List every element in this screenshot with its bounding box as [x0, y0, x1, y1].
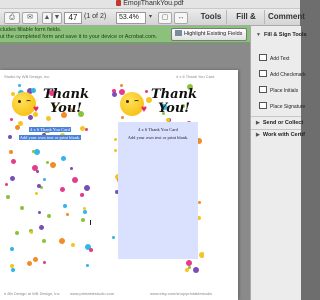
collapse-triangle-icon: ▶ [256, 120, 260, 126]
card-line-1[interactable]: 4 x 6 Thank You Card [4, 127, 96, 132]
place-signature-item[interactable]: Place Signature [259, 102, 305, 110]
text-cursor [90, 220, 91, 225]
confetti-dot [18, 84, 21, 87]
collapse-triangle-icon: ▶ [256, 132, 260, 138]
panel-divider [251, 129, 301, 130]
confetti-dot [5, 183, 8, 186]
confetti-dot [198, 201, 201, 204]
confetti-dot [120, 84, 123, 87]
panel-section-fill-sign[interactable]: ▼ Fill & Sign Tools [256, 32, 307, 38]
confetti-dot [112, 236, 115, 239]
panel-section-send[interactable]: ▶ Send or Collect [256, 120, 303, 126]
confetti-dot [121, 116, 124, 119]
fit-page-icon[interactable]: ▢ [158, 12, 172, 24]
work-certificates-label: Work with Certif [262, 132, 305, 138]
page-down-icon[interactable]: ▼ [52, 12, 62, 24]
toolbar: ⎙ ✉ ▲ ▼ 47 (1 of 2) 53.4% ▾ ▢ ↔ Tools Fi… [0, 9, 305, 35]
signature-icon [259, 102, 267, 109]
card-line-2[interactable]: Add your own text or print blank. [4, 135, 96, 140]
confetti-dot [11, 268, 15, 272]
confetti-dot [46, 116, 51, 121]
confetti-dot [31, 88, 36, 93]
confetti-dot [86, 264, 89, 267]
zoom-dropdown-icon[interactable]: ▾ [146, 12, 155, 22]
page-count-label: (1 of 2) [84, 13, 107, 20]
confetti-dot [10, 264, 14, 268]
page-number-input[interactable]: 47 [64, 12, 82, 24]
page-footer-mid: www.printablestudio.com [70, 291, 115, 296]
card-form-field-left[interactable] [10, 122, 90, 259]
page-footer-left: e 8th Design at WB Design, Inc [4, 291, 60, 296]
fit-width-icon[interactable]: ↔ [174, 12, 188, 24]
zoom-input[interactable]: 53.4% [116, 12, 146, 24]
add-checkmark-label: Add Checkmark [270, 72, 306, 78]
thank-you-title: Thank You! [42, 87, 89, 116]
page-footer-right: www.etsy.com/shop/printablestudio [150, 291, 213, 296]
window-titlebar: EmojiThankYou.pdf [0, 0, 300, 9]
confetti-dot [10, 118, 13, 121]
page-header-left: Studio by WB Design, Inc [4, 74, 50, 79]
panel-section-label: Fill & Sign Tools [263, 32, 307, 38]
document-area[interactable]: Studio by WB Design, Inc 4 x 6 Thank You… [0, 43, 250, 300]
confetti-dot [114, 149, 117, 152]
selected-text-2[interactable]: Add your own text or print blank. [18, 135, 82, 140]
confetti-dot [186, 260, 192, 266]
confetti-dot [193, 267, 199, 273]
confetti-dot [27, 261, 32, 266]
place-signature-label: Place Signature [270, 104, 306, 110]
print-icon[interactable]: ⎙ [4, 12, 20, 24]
checkmark-icon [259, 70, 267, 77]
card-line-1[interactable]: 4 x 6 Thank You Card [112, 127, 204, 132]
place-initials-label: Place Initials [270, 88, 299, 94]
thank-you-card-left: ♥ Thank You! 4 x 6 Thank You Card Add yo… [4, 84, 96, 274]
confetti-dot [185, 268, 189, 272]
expand-triangle-icon: ▼ [256, 32, 261, 38]
highlight-icon [175, 30, 182, 36]
tab-fill-sign[interactable]: Fill & Sign [226, 10, 265, 35]
thank-you-card-right: ♥ Thank You! 4 x 6 Thank You Card Add yo… [112, 84, 204, 274]
add-text-label: Add Text [270, 56, 290, 62]
notice-line-2: ut the completed form and save it to you… [0, 34, 158, 40]
place-initials-item[interactable]: Place Initials [259, 86, 298, 94]
highlight-fields-button[interactable]: Highlight Existing Fields [171, 28, 247, 41]
send-collect-label: Send or Collect [262, 120, 304, 126]
confetti-dot [199, 252, 204, 258]
window-title: EmojiThankYou.pdf [0, 0, 300, 8]
panel-divider [251, 116, 301, 117]
notice-line-1: cludes fillable form fields. [0, 27, 62, 33]
mail-icon[interactable]: ✉ [22, 12, 38, 24]
pdf-icon [116, 0, 122, 6]
confetti-dot [112, 92, 117, 97]
fill-sign-panel: ▼ Fill & Sign Tools Add Text Add Checkmar… [250, 26, 307, 300]
highlight-fields-label: Highlight Existing Fields [184, 31, 243, 37]
tab-comment[interactable]: Comment [264, 10, 312, 24]
add-checkmark-item[interactable]: Add Checkmark [259, 70, 306, 78]
pdf-page: Studio by WB Design, Inc 4 x 6 Thank You… [0, 70, 238, 300]
page-header-right: 4 x 6 Thank You Card [176, 74, 215, 79]
form-notice-bar: cludes fillable form fields. ut the comp… [0, 26, 250, 43]
confetti-dot [28, 115, 33, 120]
confetti-dot [43, 261, 46, 264]
card-form-field-right[interactable] [118, 122, 198, 259]
tab-tools[interactable]: Tools [196, 10, 226, 24]
text-tool-icon [259, 54, 267, 61]
card-line-2[interactable]: Add your own text or print blank. [112, 135, 204, 140]
add-text-item[interactable]: Add Text [259, 54, 289, 62]
thank-you-title: Thank You! [150, 87, 197, 116]
window-title-text: EmojiThankYou.pdf [123, 0, 184, 7]
selected-text-1[interactable]: 4 x 6 Thank You Card [29, 127, 71, 132]
initials-icon [259, 86, 267, 93]
page-up-icon[interactable]: ▲ [42, 12, 52, 24]
panel-section-certificates[interactable]: ▶ Work with Certif [256, 132, 305, 138]
